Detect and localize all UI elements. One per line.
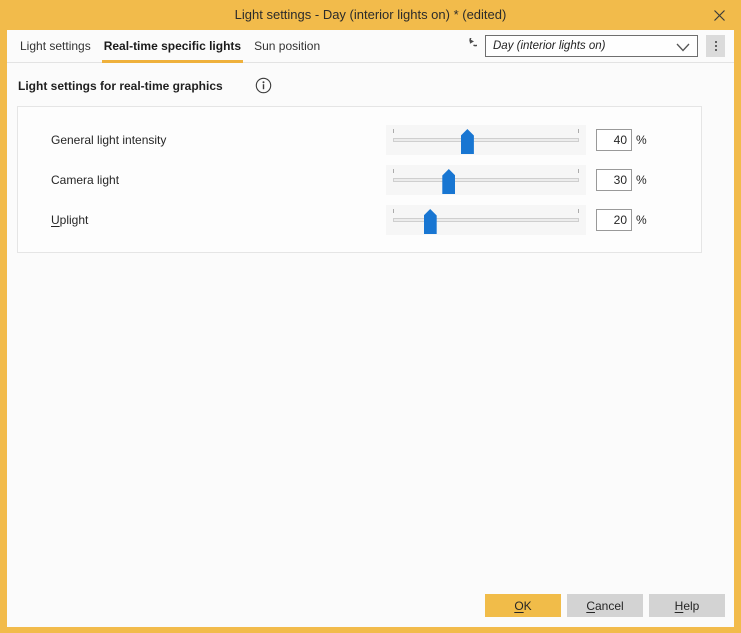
ok-button-label: K — [523, 598, 532, 613]
slider-label: General light intensity — [51, 133, 386, 147]
footer-buttons: OK Cancel Help — [485, 594, 725, 617]
dialog-content: Light settings Real-time specific lights… — [7, 30, 734, 627]
titlebar: Light settings - Day (interior lights on… — [7, 0, 734, 30]
close-icon[interactable] — [711, 7, 728, 24]
slider-track — [393, 218, 579, 222]
slider-tick-max — [578, 129, 579, 133]
slider-label-text: General light intensity — [51, 133, 167, 147]
tab-light-settings[interactable]: Light settings — [18, 30, 93, 62]
slider-thumb[interactable] — [460, 129, 474, 154]
slider-track — [393, 178, 579, 182]
value-input-camera-light[interactable] — [596, 169, 632, 191]
slider-general-light-intensity[interactable] — [386, 125, 586, 155]
preset-dropdown[interactable]: Day (interior lights on) — [485, 35, 698, 57]
help-button[interactable]: Help — [649, 594, 725, 617]
ok-button-mnemonic: O — [514, 598, 524, 613]
slider-label-text: Camera light — [51, 173, 120, 187]
slider-camera-light[interactable] — [386, 165, 586, 195]
unit-label: % — [636, 213, 647, 227]
unit-label: % — [636, 133, 647, 147]
slider-row: General light intensity % — [18, 120, 701, 160]
cancel-button-mnemonic: C — [586, 598, 595, 613]
toolbar-right: Day (interior lights on) — [460, 30, 734, 62]
slider-uplight[interactable] — [386, 205, 586, 235]
section-header: Light settings for real-time graphics — [18, 77, 734, 94]
refresh-icon[interactable] — [460, 37, 477, 55]
slider-track — [393, 138, 579, 142]
kebab-menu-button[interactable] — [706, 35, 725, 57]
slider-label-text: plight — [59, 213, 89, 227]
value-input-general-light-intensity[interactable] — [596, 129, 632, 151]
cancel-button-label: ancel — [594, 598, 624, 613]
slider-thumb[interactable] — [423, 209, 437, 234]
tab-label: Real-time specific lights — [103, 39, 242, 53]
slider-label: Camera light — [51, 173, 386, 187]
chevron-down-icon — [676, 43, 690, 55]
slider-row: Uplight % — [18, 200, 701, 240]
sliders-panel: General light intensity % Camera light — [17, 106, 702, 253]
slider-tick-min — [393, 209, 394, 213]
unit-label: % — [636, 173, 647, 187]
slider-thumb[interactable] — [442, 169, 456, 194]
cancel-button[interactable]: Cancel — [567, 594, 643, 617]
tab-label: Light settings — [20, 39, 91, 53]
slider-tick-min — [393, 129, 394, 133]
tab-label: Sun position — [254, 39, 321, 53]
preset-dropdown-value: Day (interior lights on) — [493, 40, 606, 52]
value-input-uplight[interactable] — [596, 209, 632, 231]
light-settings-dialog: Light settings - Day (interior lights on… — [0, 0, 741, 633]
slider-tick-max — [578, 209, 579, 213]
dialog-title: Light settings - Day (interior lights on… — [234, 7, 507, 22]
help-button-label: elp — [683, 598, 700, 613]
slider-label: Uplight — [51, 213, 386, 227]
info-icon[interactable] — [255, 77, 272, 94]
section-heading: Light settings for real-time graphics — [18, 78, 223, 93]
slider-tick-max — [578, 169, 579, 173]
tab-bar: Light settings Real-time specific lights… — [7, 30, 734, 63]
ok-button[interactable]: OK — [485, 594, 561, 617]
slider-tick-min — [393, 169, 394, 173]
slider-row: Camera light % — [18, 160, 701, 200]
tab-real-time-specific-lights[interactable]: Real-time specific lights — [101, 30, 244, 63]
slider-label-mnemonic: U — [51, 213, 60, 227]
tab-sun-position[interactable]: Sun position — [252, 30, 322, 62]
